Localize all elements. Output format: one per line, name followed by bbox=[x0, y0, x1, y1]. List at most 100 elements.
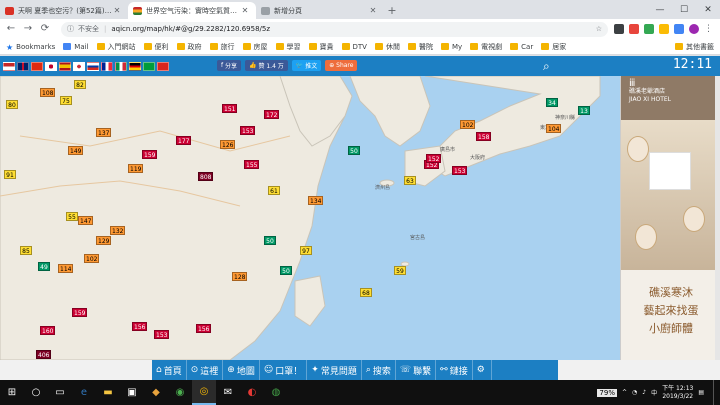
aqi-marker[interactable]: 134 bbox=[308, 196, 324, 205]
aqi-marker[interactable]: 128 bbox=[232, 272, 248, 281]
facebook-share-button[interactable]: f 分享 bbox=[217, 60, 242, 71]
aqi-marker[interactable]: 50 bbox=[264, 236, 276, 245]
aqi-marker[interactable]: 149 bbox=[68, 146, 84, 155]
bookmark-star-icon[interactable]: ☆ bbox=[596, 25, 602, 33]
nav-faq[interactable]: ✦ 常見問題 bbox=[307, 360, 362, 380]
keyboard-icon[interactable]: 中 bbox=[651, 388, 657, 397]
flag-icon[interactable] bbox=[143, 61, 155, 71]
task-view-icon[interactable]: ▭ bbox=[48, 380, 72, 405]
notifications-icon[interactable]: ▤ bbox=[698, 389, 704, 396]
tab-close-icon[interactable]: ✕ bbox=[112, 6, 122, 15]
aqi-marker[interactable]: 132 bbox=[110, 226, 126, 235]
aqi-marker[interactable]: 97 bbox=[300, 246, 312, 255]
aqi-marker[interactable]: 50 bbox=[280, 266, 292, 275]
back-arrow-icon[interactable]: ← bbox=[4, 22, 18, 36]
aqi-marker[interactable]: 61 bbox=[268, 186, 280, 195]
aqi-marker[interactable]: 85 bbox=[20, 246, 32, 255]
flag-icon[interactable] bbox=[31, 61, 43, 71]
nav-contact[interactable]: ☏ 聯繫 bbox=[396, 360, 437, 380]
tab-close-icon[interactable]: ✕ bbox=[368, 6, 378, 15]
aqi-marker[interactable]: 159 bbox=[142, 150, 158, 159]
aqi-marker[interactable]: 119 bbox=[128, 164, 144, 173]
bookmark-item[interactable]: Mail bbox=[63, 43, 89, 51]
aqi-marker[interactable]: 49 bbox=[38, 262, 50, 271]
address-bar[interactable]: ⓘ 不安全 | aqicn.org/map/hk/#@g/29.2282/120… bbox=[61, 21, 608, 37]
bookmark-item[interactable]: 學習 bbox=[275, 42, 301, 52]
search-icon[interactable]: ○ bbox=[24, 380, 48, 405]
aqi-marker[interactable]: 152 bbox=[426, 154, 442, 163]
bookmark-item[interactable]: 房屋 bbox=[242, 42, 268, 52]
extension-icon[interactable] bbox=[614, 24, 624, 34]
store-icon[interactable]: ▣ bbox=[120, 380, 144, 405]
bookmark-item[interactable]: Car bbox=[510, 43, 533, 51]
close-window-icon[interactable]: ✕ bbox=[696, 5, 720, 15]
aqi-marker[interactable]: 50 bbox=[348, 146, 360, 155]
extension-icon[interactable] bbox=[674, 24, 684, 34]
flag-icon[interactable] bbox=[101, 61, 113, 71]
aqi-marker[interactable]: 156 bbox=[132, 322, 148, 331]
aqi-marker[interactable]: 156 bbox=[196, 324, 212, 333]
flag-icon[interactable] bbox=[45, 61, 57, 71]
nav-search[interactable]: ⌕ 搜索 bbox=[362, 360, 396, 380]
nav-links[interactable]: ⚯ 鏈接 bbox=[436, 360, 473, 380]
browser-tab-1[interactable]: 天啊 夏季也空污？(第52篇) - 新 ✕ bbox=[0, 2, 128, 19]
flag-icon[interactable] bbox=[73, 61, 85, 71]
ad-banner[interactable]: ⅲ 礁溪老爺酒店 JIAO XI HOTEL 礁溪寒沐 藝起來找蛋 小廚師體 bbox=[620, 76, 720, 360]
aqi-marker[interactable]: 160 bbox=[40, 326, 56, 335]
aqi-marker[interactable]: 80 bbox=[6, 100, 18, 109]
app-icon[interactable]: ◉ bbox=[168, 380, 192, 405]
aqi-marker[interactable]: 59 bbox=[394, 266, 406, 275]
flag-icon[interactable] bbox=[59, 61, 71, 71]
start-icon[interactable]: ⊞ bbox=[0, 380, 24, 405]
bookmark-item[interactable]: 居家 bbox=[541, 42, 566, 52]
flag-icon[interactable] bbox=[129, 61, 141, 71]
aqi-marker[interactable]: 153 bbox=[240, 126, 256, 135]
bookmark-item[interactable]: 電視劇 bbox=[470, 42, 502, 52]
aqi-marker[interactable]: 153 bbox=[154, 330, 170, 339]
bookmark-item[interactable]: ★ Bookmarks bbox=[6, 43, 55, 53]
aqi-marker[interactable]: 159 bbox=[72, 308, 88, 317]
aqi-marker[interactable]: 137 bbox=[96, 128, 112, 137]
up-arrow-icon[interactable]: ^ bbox=[622, 389, 627, 396]
aqi-marker[interactable]: 91 bbox=[4, 170, 16, 179]
reload-icon[interactable]: ⟳ bbox=[38, 22, 52, 36]
flag-icon[interactable] bbox=[115, 61, 127, 71]
aqi-marker[interactable]: 147 bbox=[78, 216, 94, 225]
bookmark-item[interactable]: DTV bbox=[341, 43, 367, 51]
battery-indicator[interactable]: 79% bbox=[597, 388, 617, 397]
aqi-marker[interactable]: 55 bbox=[66, 212, 78, 221]
bookmark-item[interactable]: My bbox=[440, 43, 462, 51]
chrome-icon[interactable]: ◎ bbox=[192, 380, 216, 405]
extension-icon[interactable] bbox=[659, 24, 669, 34]
aqi-marker[interactable]: 153 bbox=[452, 166, 468, 175]
aqi-marker[interactable]: 808 bbox=[198, 172, 214, 181]
aqi-marker[interactable]: 34 bbox=[546, 98, 558, 107]
aqi-marker[interactable]: 129 bbox=[96, 236, 112, 245]
aqi-map[interactable]: 濟州島 大阪府 東京都 宮古島 神奈川縣 廣島市 801087582137911… bbox=[0, 76, 620, 360]
bookmark-item[interactable]: 旅行 bbox=[209, 42, 235, 52]
aqi-marker[interactable]: 406 bbox=[36, 350, 52, 359]
app-icon[interactable]: ◐ bbox=[240, 380, 264, 405]
nav-here[interactable]: ⊙ 這裡 bbox=[187, 360, 224, 380]
nav-map[interactable]: ⊕ 地圖 bbox=[223, 360, 260, 380]
aqi-marker[interactable]: 75 bbox=[60, 96, 72, 105]
aqi-marker[interactable]: 102 bbox=[84, 254, 100, 263]
flag-icon[interactable] bbox=[17, 61, 29, 71]
aqi-marker[interactable]: 104 bbox=[546, 124, 562, 133]
flag-icon[interactable] bbox=[3, 61, 15, 71]
extension-icon[interactable] bbox=[629, 24, 639, 34]
other-bookmarks[interactable]: 其他書籤 bbox=[675, 42, 714, 52]
new-tab-button[interactable]: + bbox=[384, 2, 400, 19]
nav-settings[interactable]: ⚙ bbox=[473, 360, 492, 380]
maximize-icon[interactable]: ☐ bbox=[672, 5, 696, 15]
browser-tab-3[interactable]: 新增分頁 ✕ bbox=[256, 2, 384, 19]
flag-icon[interactable] bbox=[157, 61, 169, 71]
aqi-marker[interactable]: 126 bbox=[220, 140, 236, 149]
menu-dots-icon[interactable]: ⋮ bbox=[704, 24, 713, 34]
aqi-marker[interactable]: 108 bbox=[40, 88, 56, 97]
nav-mask[interactable]: ☺ 口罩！ bbox=[260, 360, 308, 380]
tweet-button[interactable]: 🐦 推文 bbox=[291, 60, 322, 71]
extension-icon[interactable] bbox=[644, 24, 654, 34]
bookmark-item[interactable]: 醫院 bbox=[407, 42, 433, 52]
tab-close-icon[interactable]: ✕ bbox=[240, 6, 250, 15]
